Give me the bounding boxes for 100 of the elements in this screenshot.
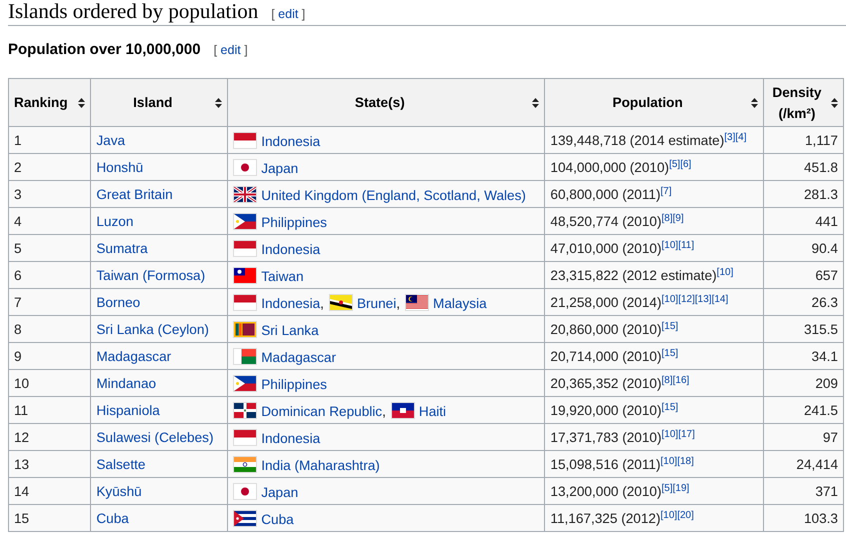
column-header[interactable]: Ranking [8,78,91,126]
flag-icon [233,132,258,148]
country-link[interactable]: Indonesia [261,134,320,148]
country-link[interactable]: Sri Lanka [261,322,319,338]
population-text: 23,315,822 (2012 estimate)$^{[10]}$ [550,268,734,282]
table-cell: 103.3 [763,504,844,532]
sort-icon [750,98,758,108]
edit-link[interactable]: [ edit ] [271,7,306,21]
reference-link[interactable]: [10] [660,510,678,520]
reference-link[interactable]: [8] [662,212,673,224]
country-link[interactable]: Japan [261,484,298,500]
flag-icon [233,266,258,284]
reference-link[interactable]: [12] [678,294,695,304]
island-link[interactable]: Kyūshū [96,484,142,498]
table-cell: 13 [8,450,91,478]
flag-icon [233,374,258,392]
table-cell: 2 [8,154,91,180]
reference-link[interactable]: [17] [678,428,695,440]
reference-link[interactable]: [15] [662,348,678,358]
flag-icon [233,402,258,418]
country-link[interactable]: Philippines [261,376,327,392]
reference-link[interactable]: [11] [678,240,694,250]
table-cell: 11 [8,396,91,424]
reference-link[interactable]: [10] [660,456,678,466]
reference-link[interactable]: [20] [677,510,694,520]
table-cell: 14 [8,478,91,504]
reference-link[interactable]: [16] [672,374,690,386]
comma-text: , [396,296,400,310]
table-cell: 281.3 [763,180,844,208]
table-cell: 371 [763,478,844,504]
column-header[interactable]: Island [90,78,228,126]
population-text: 20,860,000 (2010)$^{[15]}$ [550,322,678,336]
country-link[interactable]: Cuba [261,512,294,526]
column-header[interactable]: Density (/km²) [763,78,844,126]
table-cell: 1 [8,126,91,154]
flag-icon [233,158,258,176]
table-cell: 441 [763,208,844,234]
reference-link[interactable]: [5] [669,158,680,170]
sort-icon [215,98,222,108]
population-text: 60,800,000 (2011)$^{[7]}$ [550,186,672,202]
reference-link[interactable]: [7] [660,186,672,196]
sort-icon [532,98,540,108]
reference-link[interactable]: [14] [712,294,728,304]
edit-link[interactable]: [ edit ] [214,43,248,57]
table-cell: 9 [8,342,91,370]
country-link[interactable]: Dominican Republic [261,404,382,418]
country-link[interactable]: Taiwan [261,268,304,284]
column-header[interactable]: Population [544,78,764,126]
table-cell: 1,117 [763,126,844,154]
country-link[interactable]: Madagascar [261,350,336,364]
flag-icon [390,402,415,418]
reference-link[interactable]: [10] [716,266,734,278]
flag-icon [233,348,258,364]
table-cell: 7 [8,288,91,316]
table-cell: 3 [8,180,91,208]
reference-link[interactable]: [9] [672,212,684,224]
table-cell: 24,414 [763,450,844,478]
country-link[interactable]: Malaysia [433,296,487,310]
flag-icon [233,240,258,256]
island-link[interactable]: Salsette [96,456,146,472]
table-cell: 34.1 [763,342,844,370]
table-cell: 315.5 [763,316,844,342]
flag-icon [233,294,258,310]
reference-link[interactable]: [19] [672,482,690,494]
table-cell: 12 [8,424,91,450]
subsection-heading: Population over 10,000,000 [8,41,201,58]
comma-text: , [382,404,386,418]
island-link[interactable]: Cuba [96,510,129,526]
island-link[interactable]: Luzon [96,214,134,228]
reference-link[interactable]: [6] [680,158,692,170]
table-cell: 90.4 [763,234,844,262]
country-link[interactable]: Indonesia [261,296,320,310]
reference-link[interactable]: [10] [662,240,678,250]
flag-icon [233,482,258,500]
island-link[interactable]: Borneo [96,294,140,310]
reference-link[interactable]: [5] [662,482,673,494]
reference-link[interactable]: [3] [724,132,736,142]
reference-link[interactable]: [10] [662,428,678,440]
column-header[interactable]: State(s) [228,78,545,126]
flag-icon [233,320,258,338]
country-link[interactable]: Indonesia [261,430,320,446]
sort-icon [78,98,86,108]
reference-link[interactable]: [15] [662,320,678,332]
country-link[interactable]: Indonesia [261,242,320,256]
reference-link[interactable]: [4] [735,132,746,142]
table-cell: 6 [8,262,91,288]
country-link[interactable]: Brunei [356,296,396,310]
flag-icon [233,428,258,446]
reference-link[interactable]: [8] [662,374,673,386]
section-heading: Islands ordered by population [8,0,258,22]
country-link[interactable]: Japan [261,160,298,176]
table-cell: 657 [763,262,844,288]
reference-link[interactable]: [10] [662,294,678,304]
island-link[interactable]: Java [96,132,126,148]
country-link[interactable]: Philippines [261,214,327,230]
reference-link[interactable]: [18] [677,456,694,466]
country-link[interactable]: Haiti [418,404,446,418]
reference-link[interactable]: [15] [662,402,678,412]
reference-link[interactable]: [13] [694,294,712,304]
island-link[interactable]: Honshū [96,160,144,174]
